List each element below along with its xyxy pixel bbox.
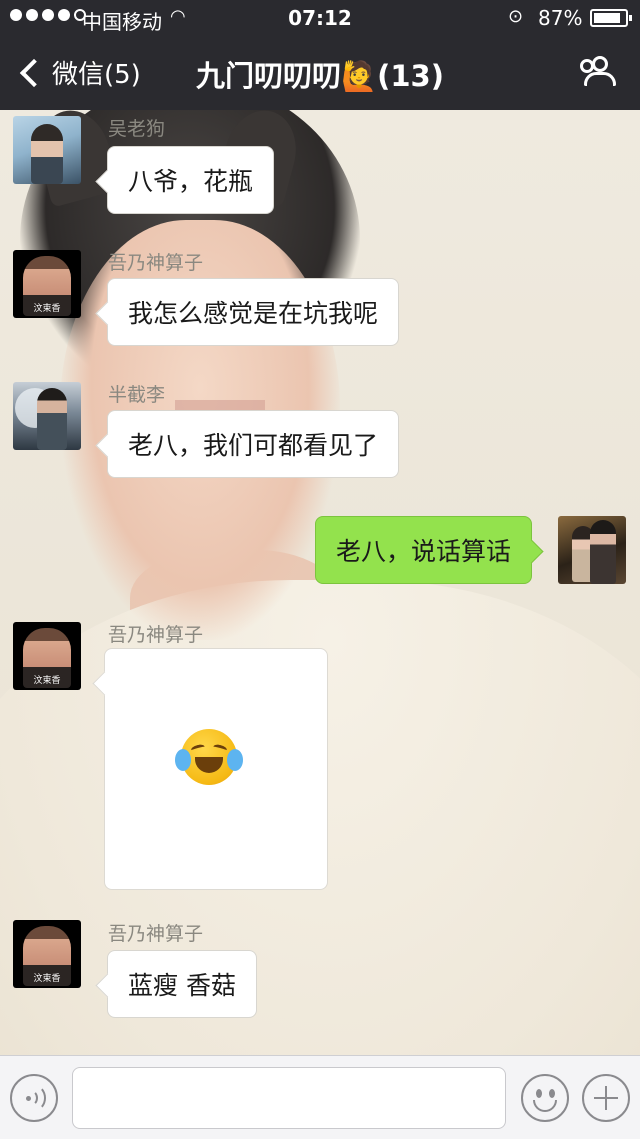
chat-title: 九门叨叨叨🙋(13) — [196, 59, 444, 93]
input-bar — [0, 1055, 640, 1139]
message-bubble[interactable]: 蓝瘦 香菇 — [107, 950, 257, 1018]
battery-percent: 87% — [538, 6, 583, 30]
top-bar: 中国移动 ◠ 07:12 ⊙ 87% 微信(5) 九门叨叨叨🙋(13) — [0, 0, 640, 110]
sender-name: 吾乃神算子 — [108, 252, 204, 274]
crying-laughing-emoji-icon — [175, 729, 243, 785]
more-button[interactable] — [582, 1074, 630, 1122]
status-bar: 中国移动 ◠ 07:12 ⊙ 87% — [0, 0, 640, 36]
sticker-message[interactable] — [104, 648, 328, 890]
group-members-icon[interactable] — [578, 56, 618, 88]
avatar-suanzi[interactable]: 汶束香 — [13, 250, 81, 318]
avatar-banjieli[interactable] — [13, 382, 81, 450]
avatar-suanzi[interactable]: 汶束香 — [13, 920, 81, 988]
avatar-wu[interactable] — [13, 116, 81, 184]
message-bubble[interactable]: 八爷，花瓶 — [107, 146, 275, 214]
emoji-button[interactable] — [521, 1074, 569, 1122]
message-input[interactable] — [72, 1067, 506, 1129]
message-list[interactable]: 吴老狗 八爷，花瓶 汶束香 吾乃神算子 我怎么感觉是在坑我呢 半截李 老八，我们… — [0, 110, 640, 1055]
avatar-tag: 汶束香 — [33, 304, 61, 314]
message-bubble[interactable]: 老八，我们可都看见了 — [107, 410, 400, 478]
navigation-bar: 微信(5) 九门叨叨叨🙋(13) — [0, 36, 640, 110]
sender-name: 吾乃神算子 — [108, 923, 204, 945]
sender-name: 吾乃神算子 — [108, 624, 204, 646]
avatar-tag: 汶束香 — [33, 676, 61, 686]
avatar-suanzi[interactable]: 汶束香 — [13, 622, 81, 690]
avatar-tag: 汶束香 — [33, 974, 61, 984]
voice-button[interactable] — [10, 1074, 58, 1122]
avatar-me[interactable] — [558, 516, 626, 584]
sender-name: 吴老狗 — [108, 118, 166, 140]
sender-name: 半截李 — [108, 384, 166, 406]
battery-icon — [590, 9, 632, 27]
rotation-lock-icon: ⊙ — [508, 6, 524, 27]
my-message-bubble[interactable]: 老八，说话算话 — [314, 516, 532, 584]
message-bubble[interactable]: 我怎么感觉是在坑我呢 — [107, 278, 400, 346]
